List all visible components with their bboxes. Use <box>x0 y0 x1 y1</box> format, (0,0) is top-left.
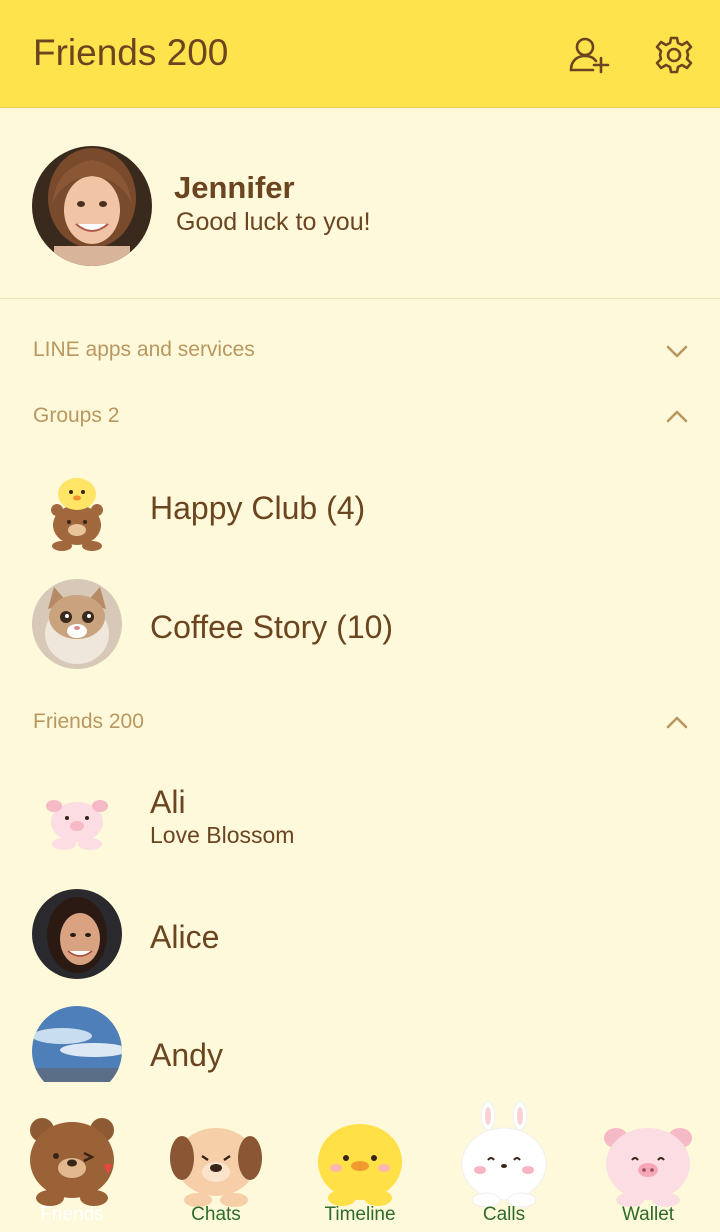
my-profile[interactable]: Jennifer Good luck to you! <box>0 108 720 299</box>
profile-status: Good luck to you! <box>176 208 371 236</box>
section-label: LINE apps and services <box>33 338 255 361</box>
avatar[interactable] <box>32 146 152 266</box>
friend-status: Love Blossom <box>150 822 295 848</box>
page-title: Friends 200 <box>33 32 229 73</box>
bear-chick-avatar <box>32 462 122 552</box>
bear-icon <box>30 1118 114 1206</box>
profile-name: Jennifer <box>174 170 295 205</box>
section-friends[interactable]: Friends 200 <box>0 698 720 748</box>
gear-icon[interactable] <box>653 34 695 76</box>
app-header: Friends 200 <box>0 0 720 108</box>
section-groups[interactable]: Groups 2 <box>0 392 720 442</box>
friend-row[interactable]: Alice <box>0 879 720 989</box>
section-label: Friends 200 <box>33 710 144 733</box>
friend-row[interactable]: Andy <box>0 996 720 1082</box>
bunny-icon <box>461 1101 547 1208</box>
pig-avatar <box>32 772 122 862</box>
tab-wallet[interactable]: Wallet <box>576 1096 720 1232</box>
puppy-icon <box>170 1128 262 1207</box>
tab-timeline[interactable]: Timeline <box>288 1096 432 1232</box>
tab-calls[interactable]: Calls <box>432 1096 576 1232</box>
friend-row[interactable]: Ali Love Blossom <box>0 762 720 872</box>
add-friend-icon[interactable] <box>568 34 610 76</box>
tab-label: Chats <box>191 1204 241 1225</box>
tab-label: Timeline <box>324 1204 396 1225</box>
friend-name: Alice <box>150 919 220 955</box>
chevron-down-icon <box>666 345 688 358</box>
tab-label: Calls <box>482 1204 526 1225</box>
tab-friends[interactable]: Friends <box>0 1096 144 1232</box>
avatar <box>32 1006 122 1082</box>
chick-icon <box>318 1124 402 1206</box>
friend-name: Ali <box>150 784 186 820</box>
friend-name: Andy <box>150 1037 223 1073</box>
group-name: Coffee Story (10) <box>150 609 394 645</box>
cat-photo-avatar <box>32 579 122 669</box>
bottom-tab-bar: Friends Chats Timeline Calls Wallet <box>0 1096 720 1232</box>
group-row[interactable]: Happy Club (4) <box>0 452 720 562</box>
section-line-services[interactable]: LINE apps and services <box>0 326 720 376</box>
tab-chats[interactable]: Chats <box>144 1096 288 1232</box>
group-name: Happy Club (4) <box>150 490 366 526</box>
avatar <box>32 889 122 979</box>
tab-label: Friends <box>40 1204 104 1225</box>
tab-label: Wallet <box>621 1204 675 1225</box>
section-label: Groups 2 <box>33 404 120 427</box>
chevron-up-icon <box>666 410 688 423</box>
pig-icon <box>604 1128 692 1207</box>
chevron-up-icon <box>666 716 688 729</box>
group-row[interactable]: Coffee Story (10) <box>0 569 720 679</box>
